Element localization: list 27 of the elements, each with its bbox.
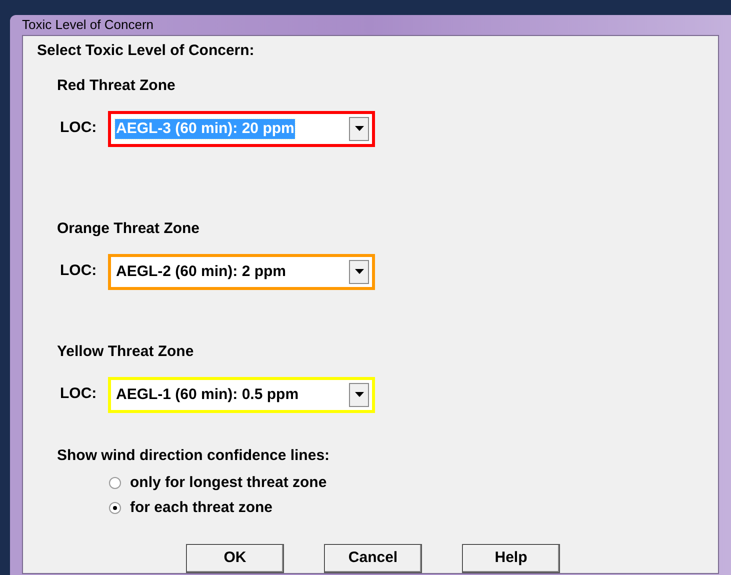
dialog-button[interactable]: Cancel (324, 544, 422, 572)
dropdown-value: AEGL-3 (60 min): 20 ppm (115, 118, 296, 138)
dropdown-value: AEGL-1 (60 min): 0.5 ppm (115, 384, 300, 404)
radio-option[interactable]: only for longest threat zone (109, 474, 718, 492)
window-title: Toxic Level of Concern (22, 16, 154, 34)
dropdown-arrow-button[interactable] (349, 260, 369, 284)
zone-title: Yellow Threat Zone (57, 342, 195, 360)
zone-title: Red Threat Zone (57, 76, 176, 94)
loc-label: LOC: (60, 384, 98, 404)
dialog-button[interactable]: Help (462, 544, 560, 572)
section-heading: Select Toxic Level of Concern: (37, 42, 256, 60)
caret-icon (354, 269, 364, 274)
wind-lines-label: Show wind direction confidence lines: (56, 446, 331, 464)
dropdown-arrow-button[interactable] (349, 116, 369, 140)
loc-dropdown[interactable]: AEGL-1 (60 min): 0.5 ppm (108, 376, 375, 412)
loc-dropdown[interactable]: AEGL-2 (60 min): 2 ppm (108, 254, 375, 290)
dropdown-arrow-button[interactable] (349, 382, 369, 406)
loc-label: LOC: (60, 118, 98, 138)
dialog-button[interactable]: OK (186, 544, 284, 572)
radio-button[interactable] (109, 502, 121, 514)
caret-icon (354, 126, 364, 131)
radio-button[interactable] (109, 477, 121, 489)
zone-title: Orange Threat Zone (57, 220, 201, 238)
dropdown-value: AEGL-2 (60 min): 2 ppm (115, 262, 288, 282)
loc-label: LOC: (60, 261, 98, 282)
caret-icon (354, 392, 364, 397)
radio-option[interactable]: for each threat zone (109, 498, 718, 518)
